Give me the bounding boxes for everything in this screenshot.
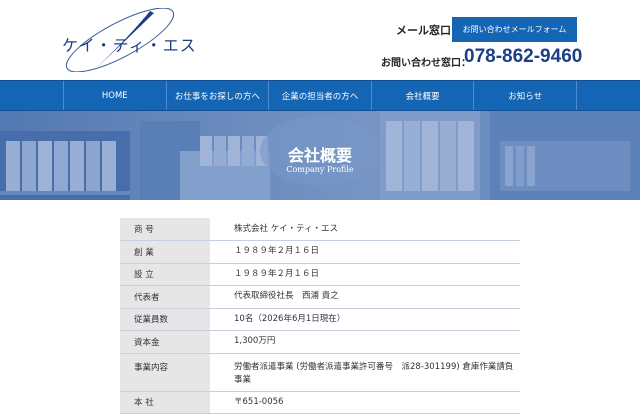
table-row: 代表者 代表取締役社長 西浦 貴之 [120,285,520,309]
main-navigation: HOME お仕事をお探しの方へ 企業の担当者の方へ 会社概要 お知らせ [0,80,640,111]
table-row: 事業内容 労働者派遣事業 (労働者派遣事業許可番号 派28-301199) 倉庫… [120,353,520,392]
row-value: 〒651-0056 [210,391,520,414]
table-row: 資本金 1,300万円 [120,330,520,354]
company-profile-table: 商 号 株式会社 ケイ・ティ・エス 創 業 １９８９年２月１６日 設 立 １９８… [120,218,520,414]
row-label: 設 立 [120,263,210,286]
row-value: 1,300万円 [210,330,520,354]
company-logo[interactable]: ケイ・ティ・エス [58,8,196,72]
nav-item-company-profile[interactable]: 会社概要 [372,81,475,110]
nav-item-job-seekers[interactable]: お仕事をお探しの方へ [167,81,270,110]
page-subtitle: Company Profile [286,165,354,174]
table-row: 設 立 １９８９年２月１６日 [120,263,520,286]
row-label: 商 号 [120,218,210,241]
phone-contact-label: お問い合わせ窓口： [381,58,471,69]
nav-item-home[interactable]: HOME [64,81,167,110]
company-profile-table-wrapper: 商 号 株式会社 ケイ・ティ・エス 創 業 １９８９年２月１６日 設 立 １９８… [120,218,520,414]
row-value: 代表取締役社長 西浦 貴之 [210,285,520,309]
row-label: 従業員数 [120,308,210,331]
row-value: 10名（2026年6月1日現在） [210,308,520,331]
page-hero-banner: 会社概要 Company Profile [0,111,640,200]
table-row: 従業員数 10名（2026年6月1日現在） [120,308,520,331]
nav-item-news[interactable]: お知らせ [474,81,577,110]
row-value: 労働者派遣事業 (労働者派遣事業許可番号 派28-301199) 倉庫作業請負事… [210,353,520,392]
site-header: ケイ・ティ・エス メール窓口： お問い合わせメールフォーム お問い合わせ窓口： … [0,0,640,80]
row-label: 本 社 [120,391,210,414]
row-value: １９８９年２月１６日 [210,240,520,264]
row-value: 株式会社 ケイ・ティ・エス [210,218,520,241]
row-label: 代表者 [120,285,210,309]
table-row: 本 社 〒651-0056 [120,391,520,414]
contact-form-button[interactable]: お問い合わせメールフォーム [452,17,577,42]
page-title: 会社概要 [287,146,352,165]
row-value: １９８９年２月１６日 [210,263,520,286]
table-row: 商 号 株式会社 ケイ・ティ・エス [120,218,520,241]
logo-text: ケイ・ティ・エス [62,36,197,55]
row-label: 資本金 [120,330,210,354]
row-label: 事業内容 [120,353,210,392]
phone-number[interactable]: 078-862-9460 [464,46,582,68]
table-row: 創 業 １９８９年２月１６日 [120,240,520,264]
nav-item-companies[interactable]: 企業の担当者の方へ [269,81,372,110]
row-label: 創 業 [120,240,210,264]
